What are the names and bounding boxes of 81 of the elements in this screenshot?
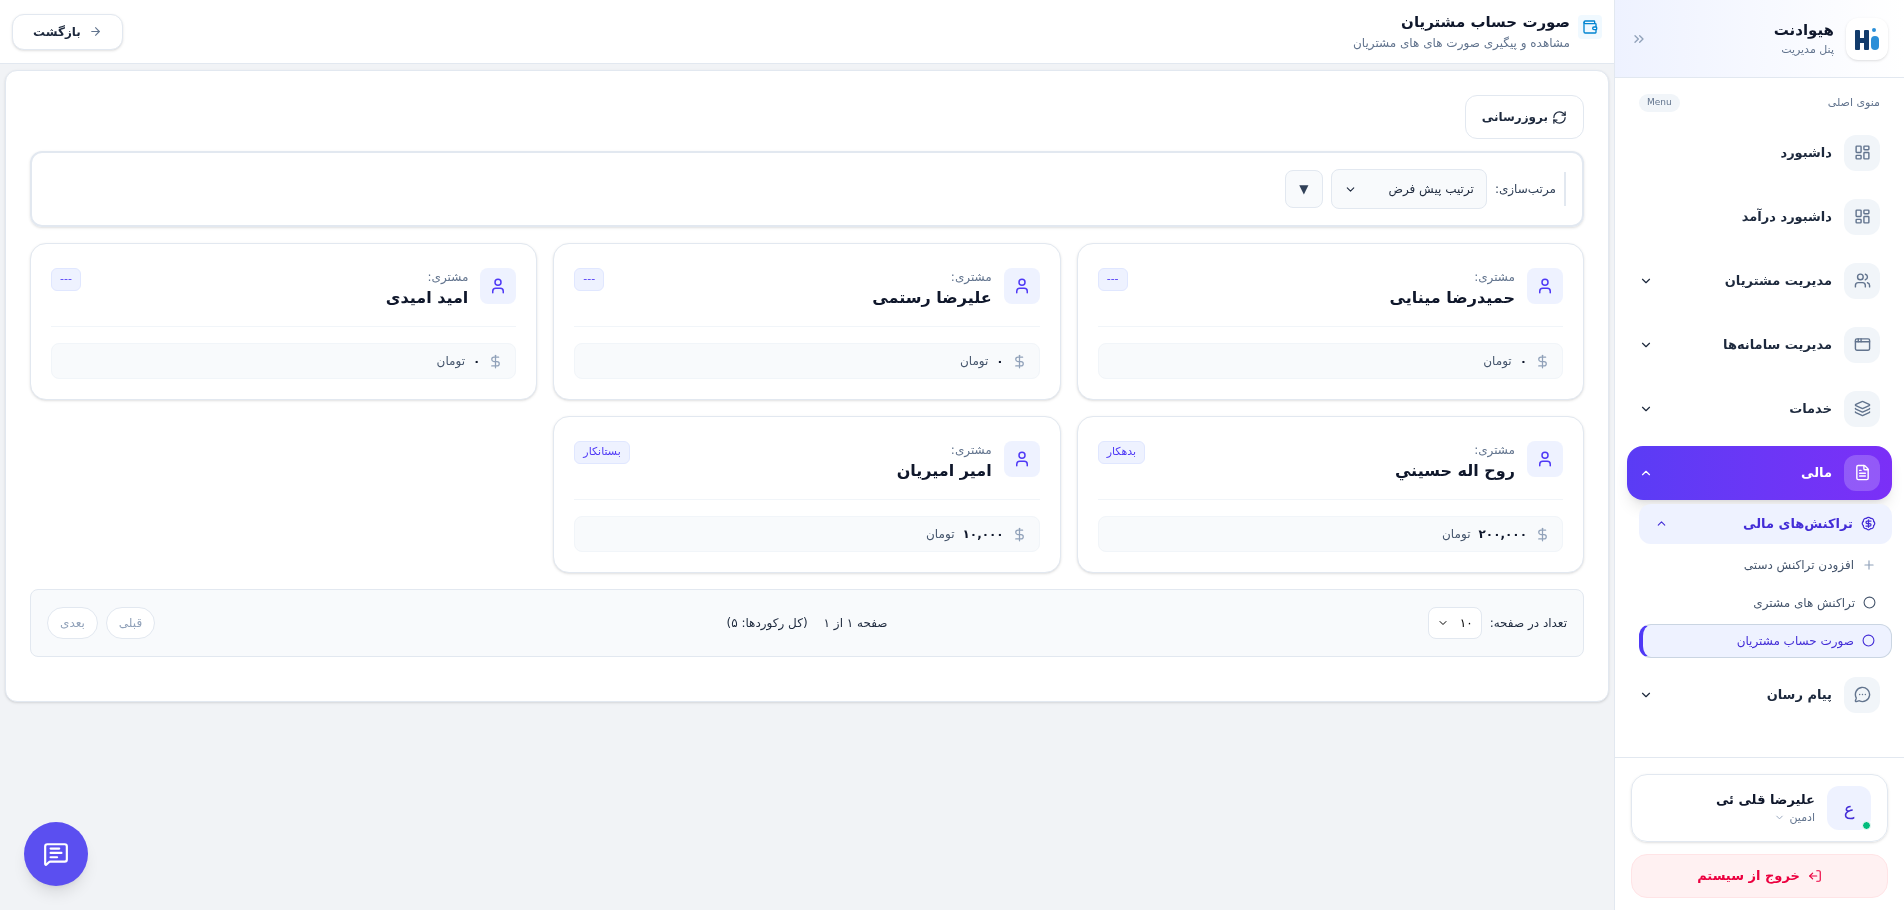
per-page-label: تعداد در صفحه: bbox=[1489, 615, 1567, 632]
logo-icon bbox=[1846, 17, 1888, 60]
amount: ۲۰۰,۰۰۰ bbox=[1478, 526, 1527, 543]
submenu-link[interactable]: صورت حساب مشتریان bbox=[1639, 623, 1892, 658]
circle-icon bbox=[1863, 596, 1876, 609]
user-icon bbox=[1527, 441, 1563, 477]
arrow-icon bbox=[88, 25, 102, 38]
menu-item[interactable]: مالی bbox=[1627, 445, 1892, 500]
amount: ۰ bbox=[996, 353, 1004, 370]
customer-name: روح اله حسيني bbox=[1393, 460, 1515, 483]
customer-label: مشتری: bbox=[949, 269, 992, 286]
user-icon bbox=[1003, 268, 1040, 304]
page-info: صفحه ۱ از ۱ bbox=[823, 615, 888, 632]
balance-status: --- bbox=[574, 268, 605, 291]
currency: تومان bbox=[1483, 353, 1512, 370]
layers-icon bbox=[1844, 390, 1880, 427]
brand-subtitle: پنل مدیریت bbox=[1780, 41, 1834, 58]
document-icon bbox=[1844, 454, 1880, 491]
logout-button[interactable]: خروج از سیستم bbox=[1631, 854, 1888, 898]
chat-button[interactable] bbox=[24, 822, 88, 886]
dashboard-icon bbox=[1844, 134, 1880, 171]
user-avatar: ع bbox=[1827, 786, 1871, 830]
submenu-item[interactable]: تراکنش‌های مالی bbox=[1639, 503, 1892, 544]
circle-icon bbox=[1862, 634, 1875, 647]
customer-label: مشتری: bbox=[1473, 442, 1515, 459]
customer-label: مشتری: bbox=[426, 269, 469, 286]
user-card[interactable]: ع علیرضا قلی ئی ادمین bbox=[1631, 774, 1888, 842]
page-subtitle: مشاهده و پیگیری صورت های های مشتریان bbox=[1352, 34, 1570, 52]
menu-item[interactable]: داشبورد bbox=[1627, 125, 1892, 180]
customer-label: مشتری: bbox=[949, 442, 992, 459]
logout-icon bbox=[1807, 869, 1822, 883]
user-name: علیرضا قلی ئی bbox=[1715, 791, 1815, 809]
currency: تومان bbox=[959, 353, 989, 370]
back-button[interactable]: بازگشت bbox=[12, 13, 123, 50]
window-icon bbox=[1844, 326, 1880, 363]
section-badge: Menu bbox=[1639, 94, 1680, 112]
customer-name: حمیدرضا مینایی bbox=[1388, 287, 1515, 309]
menu-item[interactable]: مدیریت مشتریان bbox=[1627, 253, 1892, 308]
currency: تومان bbox=[1442, 526, 1471, 543]
total-records: (کل رکوردها: ۵) bbox=[726, 615, 808, 632]
section-label: منوی اصلی bbox=[1827, 94, 1880, 111]
customer-name: امید امیدی bbox=[384, 287, 469, 309]
currency: تومان bbox=[926, 526, 955, 543]
customer-name: علیرضا رستمی bbox=[871, 287, 992, 309]
menu-item[interactable]: مدیریت سامانه‌ها bbox=[1627, 317, 1892, 372]
user-icon bbox=[1527, 268, 1563, 304]
sort-label: مرتب‌سازی: bbox=[1494, 181, 1556, 198]
balance-status: بدهکار bbox=[1097, 441, 1146, 464]
user-icon bbox=[480, 268, 517, 304]
brand-name: هیوادنت bbox=[1772, 20, 1834, 41]
customer-name: امیر امیریان bbox=[895, 460, 992, 482]
submenu-link[interactable]: تراکنش های مشتری bbox=[1639, 585, 1892, 620]
balance-status: --- bbox=[51, 268, 81, 291]
menu-item[interactable]: خدمات bbox=[1627, 381, 1892, 436]
wallet-icon bbox=[1578, 15, 1602, 40]
refresh-icon bbox=[1552, 109, 1567, 125]
submenu-link[interactable]: افزودن تراکنش دستی bbox=[1639, 547, 1892, 582]
chat-icon bbox=[1844, 676, 1880, 713]
chat-icon bbox=[43, 841, 69, 867]
sort-direction-button[interactable]: ▼ bbox=[1284, 170, 1323, 208]
money-icon bbox=[1861, 516, 1876, 531]
menu-item[interactable]: پیام رسان bbox=[1627, 667, 1892, 722]
user-icon bbox=[1003, 441, 1040, 477]
menu-item[interactable]: داشبورد درآمد bbox=[1627, 189, 1892, 244]
page-title: صورت حساب مشتریان bbox=[1400, 12, 1570, 34]
dashboard-icon bbox=[1844, 198, 1880, 235]
amount: ۱۰,۰۰۰ bbox=[962, 526, 1004, 543]
refresh-button[interactable]: بروزرسانی bbox=[1464, 95, 1584, 139]
amount: ۰ bbox=[1519, 353, 1527, 370]
users-icon bbox=[1844, 262, 1880, 299]
customer-label: مشتری: bbox=[1473, 269, 1515, 286]
dollar-icon bbox=[1535, 526, 1550, 542]
sort-select[interactable]: ترتیب پیش فرض bbox=[1330, 169, 1487, 209]
per-page-select[interactable]: ۱۰ bbox=[1427, 607, 1482, 639]
balance-status: بستانکار bbox=[574, 441, 630, 464]
dollar-icon bbox=[1535, 353, 1550, 369]
currency: تومان bbox=[436, 353, 465, 370]
amount: ۰ bbox=[473, 353, 481, 370]
plus-icon bbox=[1862, 557, 1876, 572]
user-role: ادمین bbox=[1789, 809, 1815, 826]
balance-status: --- bbox=[1097, 268, 1128, 291]
